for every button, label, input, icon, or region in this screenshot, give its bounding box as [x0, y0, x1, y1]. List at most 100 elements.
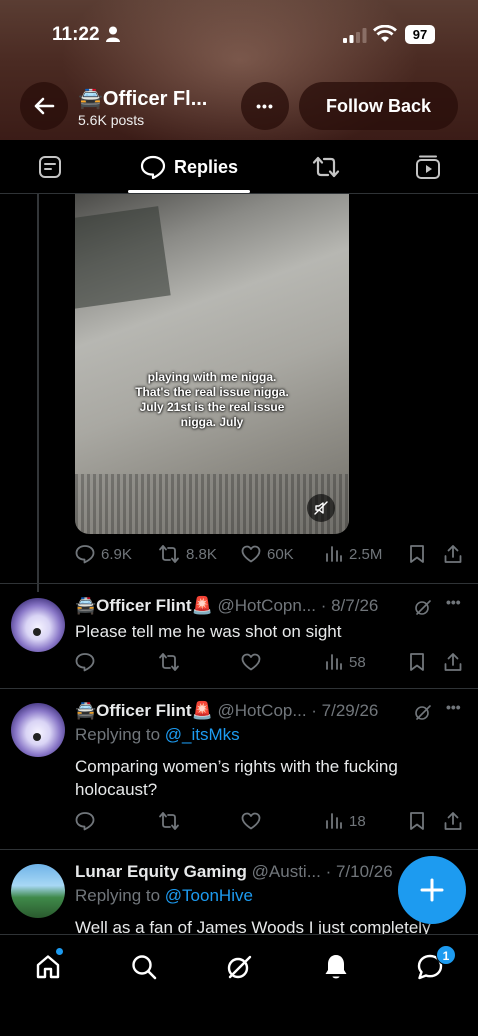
reply-count: 6.9K: [101, 545, 132, 563]
profile-name: 🚔Officer Fl...: [78, 88, 208, 110]
views-chart-icon: [326, 813, 342, 829]
nav-home[interactable]: [28, 947, 68, 987]
post-header: 🚔Officer Flint🚨 @HotCopn... · 8/7/26: [75, 596, 378, 616]
like-action[interactable]: [241, 650, 261, 674]
bookmark-action[interactable]: [408, 542, 426, 566]
nav-search[interactable]: [124, 947, 164, 987]
retweet-icon: [312, 156, 340, 178]
avatar[interactable]: [11, 864, 65, 918]
replying-to-handle[interactable]: @_itsMks: [165, 725, 240, 744]
views-action[interactable]: 18: [325, 809, 366, 833]
profile-nav: 🚔Officer Fl... 5.6K posts ••• Follow Bac…: [0, 82, 478, 130]
replying-to-handle[interactable]: @ToonHive: [165, 886, 253, 905]
post-actions: 58: [75, 650, 467, 674]
replying-to-prefix: Replying to: [75, 886, 161, 905]
bookmark-icon: [410, 545, 424, 563]
plus-icon: [420, 878, 444, 902]
retweet-icon: [159, 812, 179, 830]
bookmark-icon: [410, 812, 424, 830]
post-text: Please tell me he was shot on sight: [75, 622, 342, 641]
share-action[interactable]: [443, 542, 463, 566]
nav-notifications[interactable]: [316, 947, 356, 987]
replying-to: Replying to @_itsMks: [75, 725, 240, 745]
share-action[interactable]: [443, 809, 463, 833]
heart-icon: [241, 653, 261, 671]
repost-count: 8.8K: [186, 545, 217, 563]
reply-bubble-icon: [140, 155, 166, 179]
bell-icon: [325, 955, 347, 979]
active-tab-indicator: [128, 190, 250, 193]
views-action[interactable]: 2.5M: [325, 542, 382, 566]
reply-action[interactable]: [75, 650, 95, 674]
reply-action[interactable]: [75, 809, 95, 833]
avatar[interactable]: [11, 703, 65, 757]
post-more-icon[interactable]: •••: [446, 699, 461, 715]
post-text: Well as a fan of James Woods I just comp…: [75, 918, 431, 934]
reply-icon: [75, 545, 95, 564]
bookmark-action[interactable]: [408, 650, 426, 674]
cellular-signal-icon: [343, 28, 367, 43]
post-text: Comparing women’s rights with the fuckin…: [75, 757, 398, 799]
arrow-left-icon: [34, 97, 55, 115]
mute-button[interactable]: [307, 494, 335, 522]
share-icon: [444, 653, 462, 671]
profile-tabs: Replies: [0, 140, 478, 194]
retweet-icon: [159, 653, 179, 671]
repost-action[interactable]: [158, 650, 180, 674]
heart-icon: [241, 812, 261, 830]
post-header: 🚔Officer Flint🚨 @HotCop... · 7/29/26: [75, 701, 378, 721]
posts-icon: [39, 156, 61, 178]
retweet-icon: [159, 545, 179, 563]
post-more-icon[interactable]: •••: [446, 594, 461, 610]
video-player[interactable]: playing with me nigga. That's the real i…: [75, 194, 349, 534]
grok-icon[interactable]: [414, 598, 432, 616]
more-options-button[interactable]: •••: [241, 82, 289, 130]
like-action[interactable]: 60K: [241, 542, 294, 566]
follow-back-button[interactable]: Follow Back: [299, 82, 458, 130]
tab-posts[interactable]: [24, 140, 76, 194]
views-chart-icon: [326, 654, 342, 670]
video-post-actions: 6.9K 8.8K 60K 2.5M: [75, 542, 467, 566]
author-name[interactable]: Lunar Equity Gaming: [75, 862, 247, 881]
reply-post[interactable]: 🚔Officer Flint🚨 @HotCop... · 7/29/26 •••…: [0, 689, 478, 849]
view-count: 58: [349, 653, 366, 671]
battery-indicator: 97: [405, 25, 435, 44]
video-frame-shadow: [75, 206, 171, 312]
tab-reposts[interactable]: [300, 140, 352, 194]
views-action[interactable]: 58: [325, 650, 366, 674]
author-handle-date: @Austi... · 7/10/26: [251, 862, 393, 881]
messages-badge: 1: [436, 945, 456, 965]
bookmark-action[interactable]: [408, 809, 426, 833]
like-action[interactable]: [241, 809, 261, 833]
tab-replies-label: Replies: [173, 156, 239, 177]
post-actions: 18: [75, 809, 467, 833]
tab-videos[interactable]: [402, 140, 454, 194]
person-icon: [106, 26, 120, 42]
status-time: 11:22: [52, 24, 100, 45]
repost-action[interactable]: [158, 809, 180, 833]
reply-post[interactable]: 🚔Officer Flint🚨 @HotCopn... · 8/7/26 •••…: [0, 584, 478, 688]
repost-action[interactable]: 8.8K: [158, 542, 217, 566]
tab-replies[interactable]: Replies: [128, 140, 250, 194]
view-count: 2.5M: [349, 545, 383, 563]
share-icon: [444, 545, 462, 563]
back-button[interactable]: [20, 82, 68, 130]
video-caption: playing with me nigga. That's the real i…: [135, 370, 289, 429]
reply-action[interactable]: 6.9K: [75, 542, 132, 566]
like-count: 60K: [267, 545, 294, 563]
status-bar: 11:22 97: [0, 22, 478, 48]
bottom-navigation: 1: [0, 934, 478, 1036]
muted-speaker-icon: [314, 501, 328, 515]
compose-button[interactable]: [398, 856, 466, 924]
author-name[interactable]: 🚔Officer Flint🚨: [75, 596, 213, 615]
share-action[interactable]: [443, 650, 463, 674]
author-name[interactable]: 🚔Officer Flint🚨: [75, 701, 213, 720]
avatar[interactable]: [11, 598, 65, 652]
video-icon: [416, 155, 440, 179]
posts-count: 5.6K posts: [78, 112, 145, 128]
grok-icon[interactable]: [414, 703, 432, 721]
nav-grok[interactable]: [219, 947, 259, 987]
nav-messages[interactable]: 1: [410, 945, 456, 987]
reply-icon: [75, 653, 95, 672]
view-count: 18: [349, 812, 366, 830]
